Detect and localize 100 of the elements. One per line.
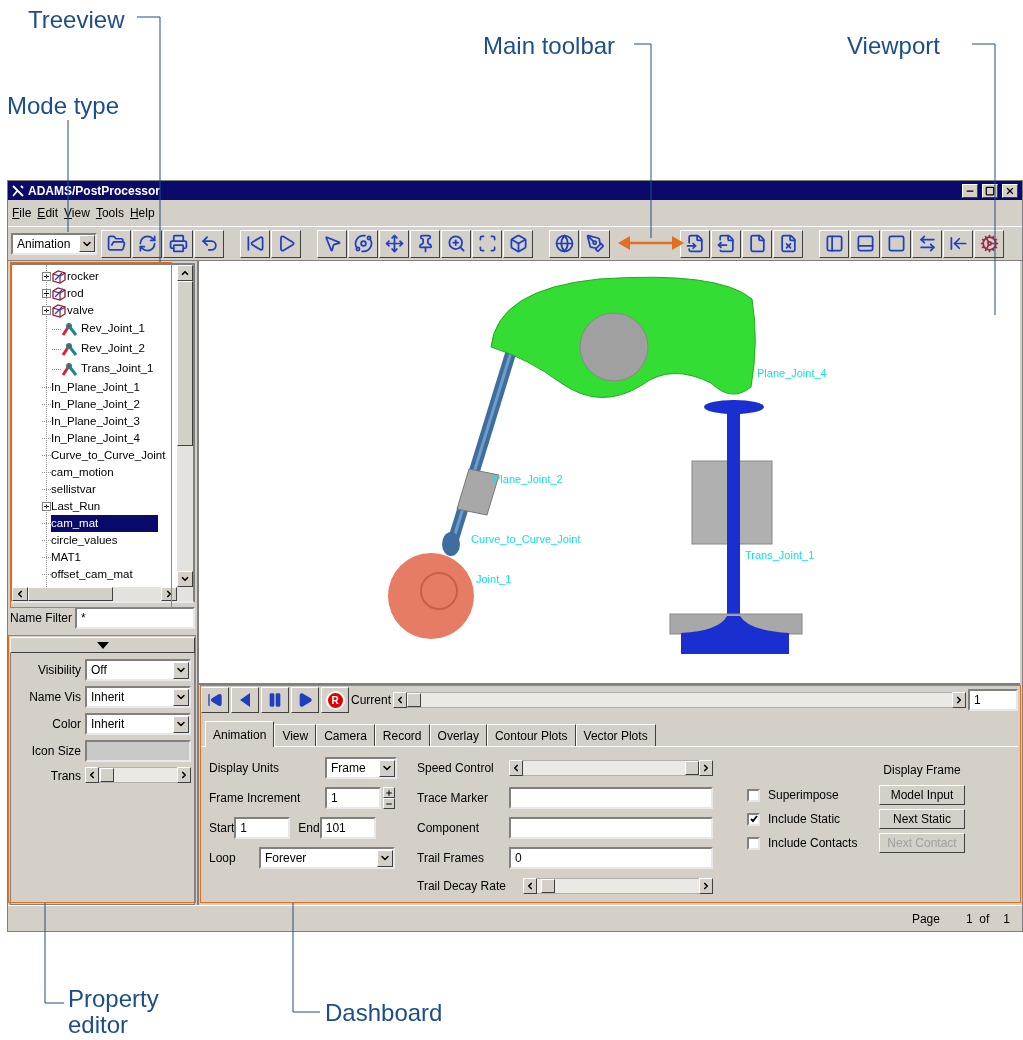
current-frame-slider[interactable] bbox=[407, 692, 952, 708]
open-folder-button[interactable] bbox=[101, 229, 131, 258]
dropdown-arrow-button[interactable] bbox=[173, 715, 189, 733]
tree-item[interactable]: valve bbox=[67, 301, 94, 320]
record-button[interactable]: R bbox=[321, 687, 349, 713]
scroll-right-button[interactable] bbox=[952, 692, 966, 708]
globe-button[interactable] bbox=[549, 229, 579, 258]
dashboard-tab[interactable]: Camera bbox=[316, 724, 375, 746]
scroll-right-button[interactable] bbox=[699, 760, 713, 776]
step-back-button[interactable] bbox=[231, 687, 259, 713]
slider-thumb[interactable] bbox=[541, 879, 556, 893]
tree-item[interactable]: Trans_Joint_1 bbox=[81, 360, 154, 378]
tree-item[interactable]: Rev_Joint_1 bbox=[81, 320, 145, 338]
display-frame-button[interactable]: Next Static bbox=[879, 809, 965, 829]
select-button[interactable] bbox=[317, 229, 347, 258]
vertical-scrollbar[interactable] bbox=[177, 265, 193, 587]
scroll-right-button[interactable] bbox=[177, 767, 191, 783]
pen-button[interactable] bbox=[580, 229, 610, 258]
tree-item[interactable]: circle_values bbox=[51, 531, 118, 550]
checkbox[interactable] bbox=[747, 788, 760, 802]
trail-decay-slider[interactable] bbox=[537, 878, 699, 894]
delete-page-button[interactable] bbox=[773, 229, 803, 258]
transparency-slider[interactable] bbox=[99, 767, 177, 783]
expand-icon[interactable] bbox=[42, 289, 51, 298]
name-filter-field[interactable]: * bbox=[75, 607, 195, 629]
first-frame-button[interactable] bbox=[201, 687, 229, 713]
display-units-dropdown[interactable]: Frame bbox=[325, 757, 397, 779]
trail-frames-field[interactable]: 0 bbox=[509, 847, 713, 869]
mode-type-dropdown[interactable]: Animation bbox=[11, 232, 97, 255]
trace-marker-field[interactable] bbox=[509, 787, 713, 809]
dashboard-tab[interactable]: Overlay bbox=[429, 724, 487, 746]
rotate-button[interactable] bbox=[348, 229, 378, 258]
play-button[interactable] bbox=[291, 687, 319, 713]
zoom-box-button[interactable] bbox=[472, 229, 502, 258]
menu-item[interactable]: Help bbox=[129, 204, 155, 222]
display-frame-button[interactable]: Model Input bbox=[879, 785, 965, 805]
tree-item[interactable]: cam_mat bbox=[51, 514, 159, 533]
property-dropdown[interactable]: Off bbox=[85, 659, 191, 681]
expand-icon[interactable] bbox=[42, 272, 51, 281]
collapse-bar[interactable] bbox=[10, 637, 195, 653]
swap-button[interactable] bbox=[912, 229, 942, 258]
slider-thumb[interactable] bbox=[407, 693, 421, 707]
previous-page-button[interactable] bbox=[680, 229, 710, 258]
slider-thumb[interactable] bbox=[685, 761, 699, 775]
tree-item[interactable]: In_Plane_Joint_3 bbox=[51, 412, 140, 431]
tree-item[interactable]: sellistvar bbox=[51, 480, 96, 499]
left-panel-button[interactable] bbox=[819, 229, 849, 258]
tree-item[interactable]: Curve_to_Curve_Joint bbox=[51, 446, 166, 465]
dashboard-tab[interactable]: Animation bbox=[205, 721, 275, 747]
tree-item[interactable]: In_Plane_Joint_4 bbox=[51, 429, 140, 448]
menu-item[interactable]: File bbox=[12, 204, 32, 222]
tree-item[interactable]: cam_motion bbox=[51, 463, 114, 482]
tree-item[interactable]: Rev_Joint_2 bbox=[81, 340, 145, 358]
bottom-panel-button[interactable] bbox=[850, 229, 880, 258]
settings-button[interactable] bbox=[974, 229, 1004, 258]
scroll-left-button[interactable] bbox=[393, 692, 407, 708]
pin-button[interactable] bbox=[410, 229, 440, 258]
dropdown-arrow-button[interactable] bbox=[379, 759, 395, 777]
close-button[interactable] bbox=[1002, 183, 1018, 198]
property-dropdown[interactable]: Inherit bbox=[85, 713, 191, 735]
refresh-button[interactable] bbox=[132, 229, 162, 258]
dropdown-arrow-button[interactable] bbox=[377, 849, 393, 867]
pan-button[interactable] bbox=[379, 229, 409, 258]
horizontal-scrollbar[interactable] bbox=[10, 587, 195, 603]
play-button[interactable] bbox=[271, 229, 301, 258]
print-button[interactable] bbox=[163, 229, 193, 258]
dashboard-tab[interactable]: Record bbox=[374, 724, 430, 746]
expand-icon[interactable] bbox=[42, 502, 51, 511]
dropdown-arrow-button[interactable] bbox=[173, 661, 189, 679]
loop-dropdown[interactable]: Forever bbox=[259, 847, 395, 869]
tree-item[interactable]: In_Plane_Joint_2 bbox=[51, 395, 140, 414]
dropdown-arrow-button[interactable] bbox=[79, 235, 95, 252]
pause-button[interactable] bbox=[261, 687, 289, 713]
checkbox[interactable] bbox=[747, 812, 760, 826]
new-page-button[interactable] bbox=[742, 229, 772, 258]
frame-increment-field[interactable]: 1 bbox=[325, 787, 381, 809]
menu-item[interactable]: Edit bbox=[37, 204, 59, 222]
minimize-button[interactable] bbox=[962, 183, 978, 198]
tree-item[interactable]: rod bbox=[67, 284, 84, 303]
menu-item[interactable]: Tools bbox=[95, 204, 124, 222]
tree-item[interactable]: rocker bbox=[67, 267, 99, 286]
spin-buttons[interactable] bbox=[383, 787, 395, 809]
dashboard-tab[interactable]: Vector Plots bbox=[575, 724, 656, 746]
expand-icon[interactable] bbox=[42, 306, 51, 315]
end-field[interactable]: 101 bbox=[319, 817, 376, 839]
next-page-button[interactable] bbox=[711, 229, 741, 258]
slider-thumb[interactable] bbox=[100, 768, 115, 782]
speed-control-slider[interactable] bbox=[523, 760, 699, 776]
box-button[interactable] bbox=[503, 229, 533, 258]
rewind-button[interactable] bbox=[240, 229, 270, 258]
dropdown-arrow-button[interactable] bbox=[173, 688, 189, 706]
dashboard-tab[interactable]: View bbox=[274, 724, 317, 746]
property-dropdown[interactable]: Inherit bbox=[85, 686, 191, 708]
square-button[interactable] bbox=[881, 229, 911, 258]
checkbox[interactable] bbox=[747, 836, 760, 850]
menu-item[interactable]: View bbox=[64, 204, 90, 222]
scroll-left-button[interactable] bbox=[509, 760, 523, 776]
scroll-right-button[interactable] bbox=[699, 878, 713, 894]
scroll-left-button[interactable] bbox=[523, 878, 537, 894]
dashboard-tab[interactable]: Contour Plots bbox=[486, 724, 576, 746]
